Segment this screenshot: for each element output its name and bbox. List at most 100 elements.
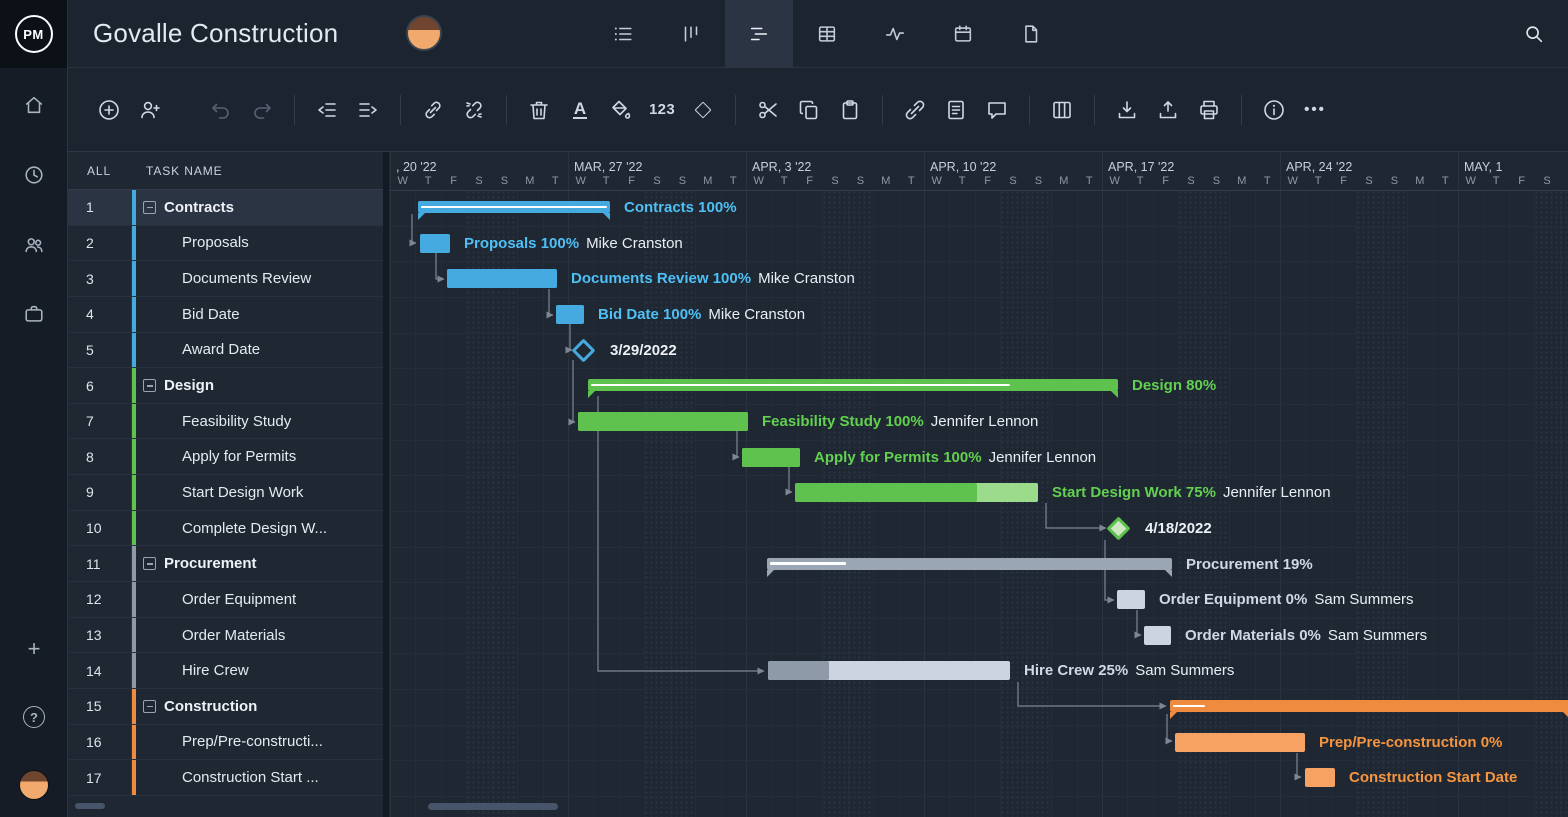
cut-button[interactable]	[751, 93, 785, 127]
attachment-button[interactable]	[898, 93, 932, 127]
number-format-button[interactable]: 123	[645, 93, 679, 127]
task-name-cell[interactable]: Proposals	[136, 226, 383, 261]
sidebar-user-avatar[interactable]	[0, 766, 68, 804]
task-bar[interactable]	[742, 448, 800, 467]
task-name-cell[interactable]: Prep/Pre-constructi...	[136, 725, 383, 760]
copy-button[interactable]	[792, 93, 826, 127]
tab-docs-view[interactable]	[997, 0, 1065, 68]
tab-calendar-view[interactable]	[929, 0, 997, 68]
tab-gantt-view[interactable]	[725, 0, 793, 68]
task-name-cell[interactable]: Feasibility Study	[136, 404, 383, 439]
search-button[interactable]	[1516, 16, 1552, 52]
summary-bar[interactable]	[1170, 700, 1568, 712]
print-button[interactable]	[1192, 93, 1226, 127]
outdent-button[interactable]	[310, 93, 344, 127]
table-row[interactable]: 11Procurement	[68, 546, 383, 582]
fill-color-button[interactable]	[604, 93, 638, 127]
table-row[interactable]: 4Bid Date	[68, 297, 383, 333]
font-color-button[interactable]: A	[563, 93, 597, 127]
tab-list-view[interactable]	[589, 0, 657, 68]
sidebar-item-home[interactable]	[0, 86, 68, 124]
task-name-cell[interactable]: Documents Review	[136, 261, 383, 296]
task-name-cell[interactable]: Order Equipment	[136, 582, 383, 617]
sidebar-item-team[interactable]	[0, 226, 68, 264]
task-bar[interactable]	[578, 412, 748, 431]
task-bar[interactable]	[420, 234, 450, 253]
notes-button[interactable]	[939, 93, 973, 127]
table-row[interactable]: 3Documents Review	[68, 261, 383, 297]
task-bar[interactable]	[1175, 733, 1305, 752]
link-tasks-button[interactable]	[416, 93, 450, 127]
delete-button[interactable]	[522, 93, 556, 127]
paste-button[interactable]	[833, 93, 867, 127]
task-name-cell[interactable]: Construction	[136, 689, 383, 724]
unlink-tasks-button[interactable]	[457, 93, 491, 127]
collapse-icon[interactable]	[143, 557, 156, 570]
table-row[interactable]: 6Design	[68, 368, 383, 404]
task-name-cell[interactable]: Contracts	[136, 190, 383, 225]
summary-bar[interactable]	[588, 379, 1118, 391]
task-name-cell[interactable]: Design	[136, 368, 383, 403]
sidebar-add-button[interactable]: +	[0, 630, 68, 668]
collapse-icon[interactable]	[143, 700, 156, 713]
undo-button[interactable]	[204, 93, 238, 127]
export-button[interactable]	[1151, 93, 1185, 127]
table-horizontal-scrollbar[interactable]	[75, 803, 105, 809]
table-row[interactable]: 14Hire Crew	[68, 653, 383, 689]
more-options-button[interactable]: •••	[1298, 93, 1332, 127]
add-task-button[interactable]	[92, 93, 126, 127]
table-row[interactable]: 17Construction Start ...	[68, 760, 383, 796]
info-button[interactable]	[1257, 93, 1291, 127]
task-name-cell[interactable]: Order Materials	[136, 618, 383, 653]
table-row[interactable]: 9Start Design Work	[68, 475, 383, 511]
task-bar[interactable]	[1117, 590, 1145, 609]
sidebar-item-recent[interactable]	[0, 156, 68, 194]
tab-sheet-view[interactable]	[793, 0, 861, 68]
table-row[interactable]: 2Proposals	[68, 226, 383, 262]
columns-button[interactable]	[1045, 93, 1079, 127]
collapse-icon[interactable]	[143, 201, 156, 214]
task-name-cell[interactable]: Complete Design W...	[136, 511, 383, 546]
project-owner-avatar[interactable]	[406, 15, 442, 51]
task-bar[interactable]	[447, 269, 557, 288]
task-name-cell[interactable]: Hire Crew	[136, 653, 383, 688]
table-row[interactable]: 8Apply for Permits	[68, 439, 383, 475]
import-button[interactable]	[1110, 93, 1144, 127]
task-name-cell[interactable]: Award Date	[136, 333, 383, 368]
table-row[interactable]: 7Feasibility Study	[68, 404, 383, 440]
task-bar[interactable]	[1305, 768, 1335, 787]
summary-bar[interactable]	[767, 558, 1172, 570]
table-row[interactable]: 13Order Materials	[68, 618, 383, 654]
app-logo[interactable]: PM	[0, 0, 67, 68]
assign-user-button[interactable]	[133, 93, 167, 127]
task-bar[interactable]	[1144, 626, 1171, 645]
task-name-cell[interactable]: Apply for Permits	[136, 439, 383, 474]
task-bar[interactable]	[795, 483, 1038, 502]
table-row[interactable]: 10Complete Design W...	[68, 511, 383, 547]
task-name-cell[interactable]: Procurement	[136, 546, 383, 581]
tab-workload-view[interactable]	[861, 0, 929, 68]
redo-button[interactable]	[245, 93, 279, 127]
milestone-button[interactable]	[686, 93, 720, 127]
comment-button[interactable]	[980, 93, 1014, 127]
task-name-cell[interactable]: Construction Start ...	[136, 760, 383, 795]
collapse-icon[interactable]	[143, 379, 156, 392]
tab-board-view[interactable]	[657, 0, 725, 68]
column-header-task-name[interactable]: TASK NAME	[132, 164, 223, 178]
table-row[interactable]: 1Contracts	[68, 190, 383, 226]
table-row[interactable]: 16Prep/Pre-constructi...	[68, 725, 383, 761]
task-name-cell[interactable]: Start Design Work	[136, 475, 383, 510]
panel-divider[interactable]	[383, 152, 389, 817]
gantt-horizontal-scrollbar[interactable]	[428, 803, 558, 810]
table-row[interactable]: 5Award Date	[68, 333, 383, 369]
sidebar-item-portfolio[interactable]	[0, 295, 68, 333]
task-bar[interactable]	[768, 661, 1010, 680]
task-bar[interactable]	[556, 305, 584, 324]
sidebar-help-button[interactable]: ?	[0, 698, 68, 736]
summary-bar[interactable]	[418, 201, 610, 213]
task-name-cell[interactable]: Bid Date	[136, 297, 383, 332]
table-row[interactable]: 12Order Equipment	[68, 582, 383, 618]
indent-button[interactable]	[351, 93, 385, 127]
table-row[interactable]: 15Construction	[68, 689, 383, 725]
column-header-all[interactable]: ALL	[68, 164, 132, 178]
